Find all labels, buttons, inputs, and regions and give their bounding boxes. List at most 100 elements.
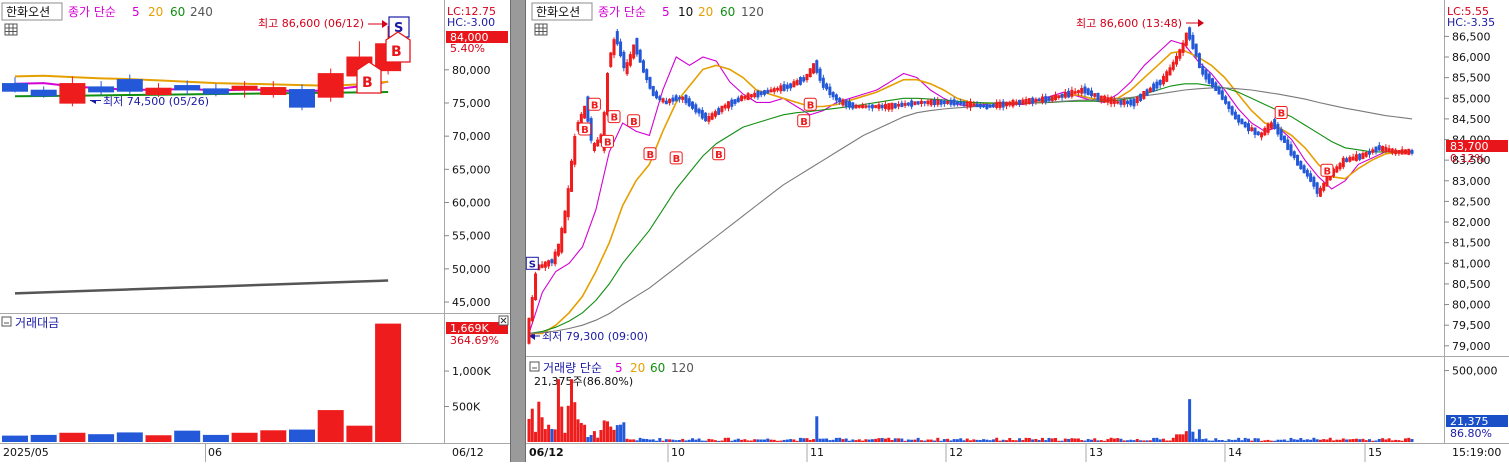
volume-bar	[736, 438, 740, 442]
candle-body	[955, 101, 959, 105]
candle-body	[841, 99, 845, 106]
volume-bar	[1269, 440, 1273, 442]
volume-bar	[1109, 437, 1113, 442]
candle-body	[1217, 87, 1221, 95]
volume-bar	[602, 420, 606, 442]
price-tick-label: 86,500	[1452, 30, 1491, 43]
hc-label: HC:-3.00	[447, 16, 495, 29]
volume-bar	[1332, 440, 1336, 442]
candle-body	[563, 210, 567, 234]
candle-body	[854, 104, 858, 109]
candle-body	[1161, 75, 1165, 85]
candle-body	[838, 97, 842, 103]
volume-bar	[1305, 439, 1309, 442]
panel-splitter[interactable]	[510, 0, 526, 462]
volume-bar	[599, 430, 603, 442]
volume-bar	[913, 439, 917, 442]
volume-bar	[995, 437, 999, 442]
volume-pane-icon[interactable]	[529, 361, 540, 372]
change-pct: 0.12%	[1450, 152, 1485, 165]
price-tick-label: 75,000	[452, 97, 491, 110]
price-tick-label: 79,000	[1452, 340, 1491, 353]
candle-body	[740, 95, 744, 102]
candle-body	[1132, 98, 1136, 107]
volume-bar	[1034, 438, 1038, 442]
candle-body	[887, 103, 891, 110]
price-tick-label: 70,000	[452, 130, 491, 143]
candle-body	[145, 87, 172, 96]
candle-body	[681, 96, 685, 100]
volume-bar	[1240, 440, 1244, 442]
volume-bar	[933, 440, 937, 442]
candle-body	[534, 273, 538, 301]
candle-body	[1031, 97, 1035, 104]
sell-signal-icon: S	[529, 259, 536, 270]
volume-bar	[231, 432, 258, 442]
volume-bar	[900, 438, 904, 442]
candle-body	[1364, 151, 1368, 157]
volume-bar	[1086, 439, 1090, 442]
volume-bar	[1152, 437, 1156, 442]
grid-toggle-icon[interactable]	[4, 23, 18, 36]
candle-body	[1227, 101, 1231, 110]
candle-body	[1184, 32, 1188, 46]
volume-bar	[596, 437, 600, 442]
candle-body	[1080, 88, 1084, 94]
candle-body	[1240, 118, 1244, 125]
candle-body	[857, 105, 861, 108]
candle-body	[1403, 149, 1407, 155]
candle-body	[1063, 92, 1067, 98]
price-tick-label: 86,000	[1452, 51, 1491, 64]
volume-bar	[762, 439, 766, 442]
candle-body	[998, 101, 1002, 108]
candle-body	[1050, 95, 1054, 101]
volume-bar	[991, 439, 995, 442]
candle-body	[1237, 114, 1241, 123]
volume-bar	[1145, 440, 1149, 442]
candle-body	[596, 139, 600, 147]
candle-body	[550, 259, 554, 264]
volume-tick-label: 1,000K	[452, 365, 491, 378]
volume-bar	[965, 438, 969, 442]
volume-bar	[1309, 439, 1313, 442]
candle-body	[697, 108, 701, 114]
volume-bar	[1188, 399, 1192, 442]
volume-bar	[1397, 440, 1401, 442]
volume-bar	[726, 437, 730, 442]
volume-bar	[1129, 439, 1133, 442]
volume-bar	[1047, 437, 1051, 442]
volume-bar	[1328, 437, 1332, 442]
volume-bar	[635, 440, 639, 442]
volume-bar	[887, 437, 891, 442]
volume-bar	[877, 438, 881, 442]
volume-pane-icon[interactable]	[1, 316, 12, 327]
volume-bar	[88, 434, 115, 442]
candle-body	[1309, 173, 1313, 182]
volume-bar	[661, 440, 665, 442]
volume-ma-p2: 20	[630, 361, 645, 375]
ma-caption-p1: 5	[132, 5, 140, 19]
candle-body	[1296, 154, 1300, 166]
candle-body	[1060, 93, 1064, 98]
volume-bar	[1233, 439, 1237, 442]
candle-body	[903, 103, 907, 106]
candle-body	[959, 101, 963, 105]
candle-body	[645, 69, 649, 81]
candle-body	[995, 102, 999, 108]
candle-body	[1067, 90, 1071, 98]
candle-body	[776, 87, 780, 91]
volume-bar	[1207, 440, 1211, 442]
volume-bar	[1273, 440, 1277, 442]
buy-signal-icon: B	[581, 125, 589, 136]
candle-body	[59, 83, 86, 104]
candle-body	[707, 116, 711, 122]
grid-toggle-icon[interactable]	[534, 23, 548, 36]
candle-body	[972, 103, 976, 107]
candle-body	[975, 103, 979, 107]
volume-bar	[861, 440, 865, 442]
volume-info: 21,375주(86.80%)	[534, 375, 633, 388]
high-annotation: 최고 86,600 (06/12)	[258, 17, 364, 30]
x-label: 14	[1228, 446, 1242, 459]
candle-body	[638, 49, 642, 63]
volume-bar	[1354, 438, 1358, 442]
